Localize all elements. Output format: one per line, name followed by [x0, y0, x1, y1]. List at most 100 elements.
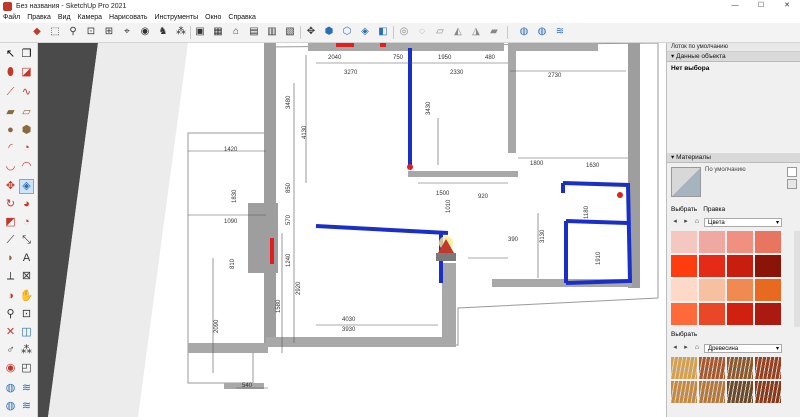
color-swatch[interactable] [671, 279, 697, 301]
wood-swatch[interactable] [671, 381, 697, 403]
zoom-extents-icon[interactable]: ✕ [3, 325, 18, 340]
wood-swatch[interactable] [727, 381, 753, 403]
sample-paint-icon[interactable] [787, 179, 797, 189]
move-icon[interactable]: ✥ [304, 25, 318, 39]
paint-bucket-icon[interactable]: ◆ [30, 25, 44, 39]
move-tool-icon[interactable]: ✥ [3, 179, 18, 194]
shaded-icon[interactable]: ◭ [451, 25, 465, 39]
back-arrow-icon[interactable]: ◂ [671, 344, 679, 352]
home-icon[interactable]: ⌂ [229, 25, 243, 39]
zoom-icon[interactable]: ⚲ [3, 307, 18, 322]
2-point-arc-icon[interactable]: ◡ [3, 159, 18, 174]
previous-view-icon[interactable]: ⊞ [102, 25, 116, 39]
line-icon[interactable]: ⟋ [3, 85, 18, 100]
previous-icon[interactable]: ◫ [19, 325, 34, 340]
polygon-icon[interactable]: ⬢ [19, 123, 34, 138]
section-planes-icon[interactable]: ≋ [19, 399, 34, 414]
walk-icon[interactable]: ⁂ [19, 343, 34, 358]
menu-draw[interactable]: Нарисовать [109, 14, 147, 21]
wood-swatch[interactable] [755, 357, 781, 379]
minimize-button[interactable]: — [722, 0, 748, 12]
create-material-icon[interactable] [787, 167, 797, 177]
section-plane-icon[interactable]: ◰ [19, 361, 34, 376]
home-icon[interactable]: ⌂ [693, 218, 701, 226]
3d-text-icon[interactable]: ⊠ [19, 269, 34, 284]
position-camera-icon[interactable]: ♞ [156, 25, 170, 39]
wood-swatch[interactable] [727, 357, 753, 379]
push-pull-icon[interactable]: ◈ [19, 179, 34, 194]
zoom-icon[interactable]: ⚲ [66, 25, 80, 39]
materials-header[interactable]: ▾ Материалы [667, 153, 800, 163]
tape-measure-icon[interactable]: ⟋ [3, 233, 18, 248]
entity-info-header[interactable]: ▾ Данные объекта [667, 52, 800, 62]
color-swatch[interactable] [699, 279, 725, 301]
tab-edit[interactable]: Правка [703, 206, 725, 213]
rotated-rectangle-icon[interactable]: ▱ [19, 105, 34, 120]
color-swatch[interactable] [755, 279, 781, 301]
menu-help[interactable]: Справка [228, 14, 255, 21]
color-swatch[interactable] [727, 255, 753, 277]
export-icon[interactable]: ▥ [265, 25, 279, 39]
paint-bucket-icon[interactable]: ⬮ [3, 65, 18, 80]
color-swatch[interactable] [699, 303, 725, 325]
rotate-icon[interactable]: ↻ [3, 197, 18, 212]
color-swatch[interactable] [755, 255, 781, 277]
pan-icon[interactable]: ✋ [19, 289, 34, 304]
forward-arrow-icon[interactable]: ▸ [682, 344, 690, 352]
wood-swatch[interactable] [755, 381, 781, 403]
color-swatch[interactable] [755, 303, 781, 325]
collection-dropdown[interactable]: Цвета [704, 217, 782, 227]
text-icon[interactable]: A [19, 251, 34, 266]
wood-swatch[interactable] [671, 357, 697, 379]
extension-icon[interactable]: ▤ [247, 25, 261, 39]
component-icon[interactable]: ▣ [193, 25, 207, 39]
wood-collection-dropdown[interactable]: Древесина [704, 343, 782, 353]
wood-swatch[interactable] [699, 381, 725, 403]
protractor-icon[interactable]: ◗ [3, 251, 18, 266]
menu-file[interactable]: Файл [3, 14, 20, 21]
menu-edit[interactable]: Правка [27, 14, 51, 21]
front-view-icon[interactable]: ◈ [358, 25, 372, 39]
forward-arrow-icon[interactable]: ▸ [682, 218, 690, 226]
menu-camera[interactable]: Камера [78, 14, 102, 21]
color-swatch[interactable] [671, 231, 697, 253]
section-cut-icon[interactable]: ◍ [535, 25, 549, 39]
pie-icon[interactable]: ◔ [19, 141, 34, 156]
menu-tools[interactable]: Инструменты [154, 14, 198, 21]
zoom-extents-icon[interactable]: ⬚ [48, 25, 62, 39]
menu-window[interactable]: Окно [205, 14, 221, 21]
color-swatch[interactable] [727, 303, 753, 325]
section-fill-icon[interactable]: ≋ [19, 381, 34, 396]
scale-icon[interactable]: ◩ [3, 215, 18, 230]
axes-icon[interactable]: ⟂ [3, 269, 18, 284]
color-swatch[interactable] [727, 231, 753, 253]
fog-icon[interactable]: ≋ [553, 25, 567, 39]
zoom-window-icon[interactable]: ⊡ [19, 307, 34, 322]
color-swatch[interactable] [671, 303, 697, 325]
hidden-line-icon[interactable]: ▱ [433, 25, 447, 39]
home-icon[interactable]: ⌂ [693, 344, 701, 352]
offset-icon[interactable]: ◔ [19, 215, 34, 230]
color-swatch[interactable] [699, 231, 725, 253]
display-section-icon[interactable]: ◍ [3, 381, 18, 396]
look-around-icon[interactable]: ◉ [3, 361, 18, 376]
make-component-icon[interactable]: ❐ [19, 47, 34, 62]
zoom-window-icon[interactable]: ⊡ [84, 25, 98, 39]
color-swatch[interactable] [699, 255, 725, 277]
xray-icon[interactable]: ◎ [397, 25, 411, 39]
walk-icon[interactable]: ⌖ [120, 25, 134, 39]
select-icon[interactable]: ↖ [3, 47, 18, 62]
circle-icon[interactable]: ● [3, 123, 18, 138]
3-point-arc-icon[interactable]: ◠ [19, 159, 34, 174]
swatch-scrollbar[interactable] [794, 231, 800, 327]
section-cut-icon[interactable]: ◍ [3, 399, 18, 414]
color-swatch[interactable] [755, 231, 781, 253]
color-swatch[interactable] [671, 255, 697, 277]
monochrome-icon[interactable]: ▰ [487, 25, 501, 39]
arc-icon[interactable]: ◜ [3, 141, 18, 156]
styles-icon[interactable]: ▧ [283, 25, 297, 39]
select-label-2[interactable]: Выбрать [671, 331, 697, 338]
rectangle-icon[interactable]: ▰ [3, 105, 18, 120]
freehand-icon[interactable]: ∿ [19, 85, 34, 100]
back-arrow-icon[interactable]: ◂ [671, 218, 679, 226]
